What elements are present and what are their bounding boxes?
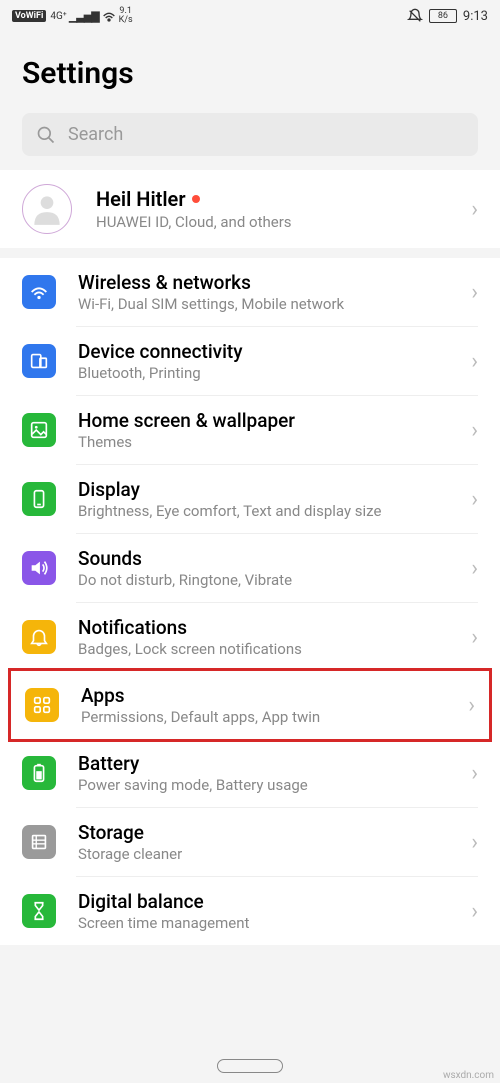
settings-item-battery[interactable]: BatteryPower saving mode, Battery usage › [0,739,500,807]
profile-name: Heil Hitler [96,187,186,211]
notification-dot-icon [192,195,200,203]
apps-icon [25,688,59,722]
item-subtitle: Storage cleaner [78,845,449,863]
settings-item-sound[interactable]: SoundsDo not disturb, Ringtone, Vibrate › [0,534,500,602]
search-placeholder: Search [68,124,123,145]
chevron-right-icon: › [471,761,478,786]
item-title: Storage [78,821,449,844]
settings-item-display[interactable]: DisplayBrightness, Eye comfort, Text and… [0,465,500,533]
item-title: Battery [78,752,449,775]
chevron-right-icon: › [471,830,478,855]
signal-bars-icon: ▁▃▅▇ [69,10,99,23]
item-subtitle: Do not disturb, Ringtone, Vibrate [78,571,449,589]
settings-item-apps[interactable]: AppsPermissions, Default apps, App twin › [8,668,492,742]
item-subtitle: Themes [78,433,449,451]
chevron-right-icon: › [468,693,475,718]
item-title: Notifications [78,616,449,639]
wifi-icon [22,275,56,309]
page-header: Settings [0,32,500,103]
storage-icon [22,825,56,859]
chevron-right-icon: › [471,280,478,305]
chevron-right-icon: › [471,418,478,443]
wallpaper-icon [22,413,56,447]
settings-item-wallpaper[interactable]: Home screen & wallpaperThemes › [0,396,500,464]
item-title: Device connectivity [78,340,449,363]
item-title: Display [78,478,449,501]
chevron-right-icon: › [471,349,478,374]
sound-icon [22,551,56,585]
item-title: Home screen & wallpaper [78,409,449,432]
item-title: Wireless & networks [78,271,449,294]
vowifi-badge: VoWiFi [12,10,46,22]
network-speed: 9.1 K/s [119,7,133,25]
item-subtitle: Permissions, Default apps, App twin [81,708,446,726]
hourglass-icon [22,894,56,928]
profile-subtitle: HUAWEI ID, Cloud, and others [96,213,447,231]
item-subtitle: Bluetooth, Printing [78,364,449,382]
chevron-right-icon: › [471,899,478,924]
item-title: Apps [81,684,446,707]
settings-item-bell[interactable]: NotificationsBadges, Lock screen notific… [0,603,500,671]
network-type: 4G⁺ [50,11,66,22]
profile-row[interactable]: Heil Hitler HUAWEI ID, Cloud, and others… [0,170,500,248]
item-title: Sounds [78,547,449,570]
watermark: wsxdn.com [443,1070,494,1081]
device-icon [22,344,56,378]
settings-item-storage[interactable]: StorageStorage cleaner › [0,808,500,876]
wifi-icon [101,8,117,24]
settings-item-hourglass[interactable]: Digital balanceScreen time management › [0,877,500,945]
avatar [22,184,72,234]
item-subtitle: Power saving mode, Battery usage [78,776,449,794]
status-bar: VoWiFi 4G⁺ ▁▃▅▇ 9.1 K/s 86 9:13 [0,0,500,32]
chevron-right-icon: › [471,625,478,650]
display-icon [22,482,56,516]
dnd-icon [407,8,423,24]
bell-icon [22,620,56,654]
item-subtitle: Screen time management [78,914,449,932]
settings-item-wifi[interactable]: Wireless & networksWi-Fi, Dual SIM setti… [0,258,500,326]
chevron-right-icon: › [471,556,478,581]
item-subtitle: Brightness, Eye comfort, Text and displa… [78,502,449,520]
battery-indicator: 86 [429,9,457,23]
search-icon [36,125,56,145]
home-indicator[interactable] [217,1059,283,1073]
chevron-right-icon: › [471,487,478,512]
battery-icon [22,756,56,790]
item-subtitle: Badges, Lock screen notifications [78,640,449,658]
clock: 9:13 [463,9,488,24]
search-input[interactable]: Search [22,113,478,156]
chevron-right-icon: › [471,197,478,222]
settings-list: Wireless & networksWi-Fi, Dual SIM setti… [0,258,500,945]
settings-item-device[interactable]: Device connectivityBluetooth, Printing › [0,327,500,395]
page-title: Settings [22,56,478,91]
item-subtitle: Wi-Fi, Dual SIM settings, Mobile network [78,295,449,313]
item-title: Digital balance [78,890,449,913]
